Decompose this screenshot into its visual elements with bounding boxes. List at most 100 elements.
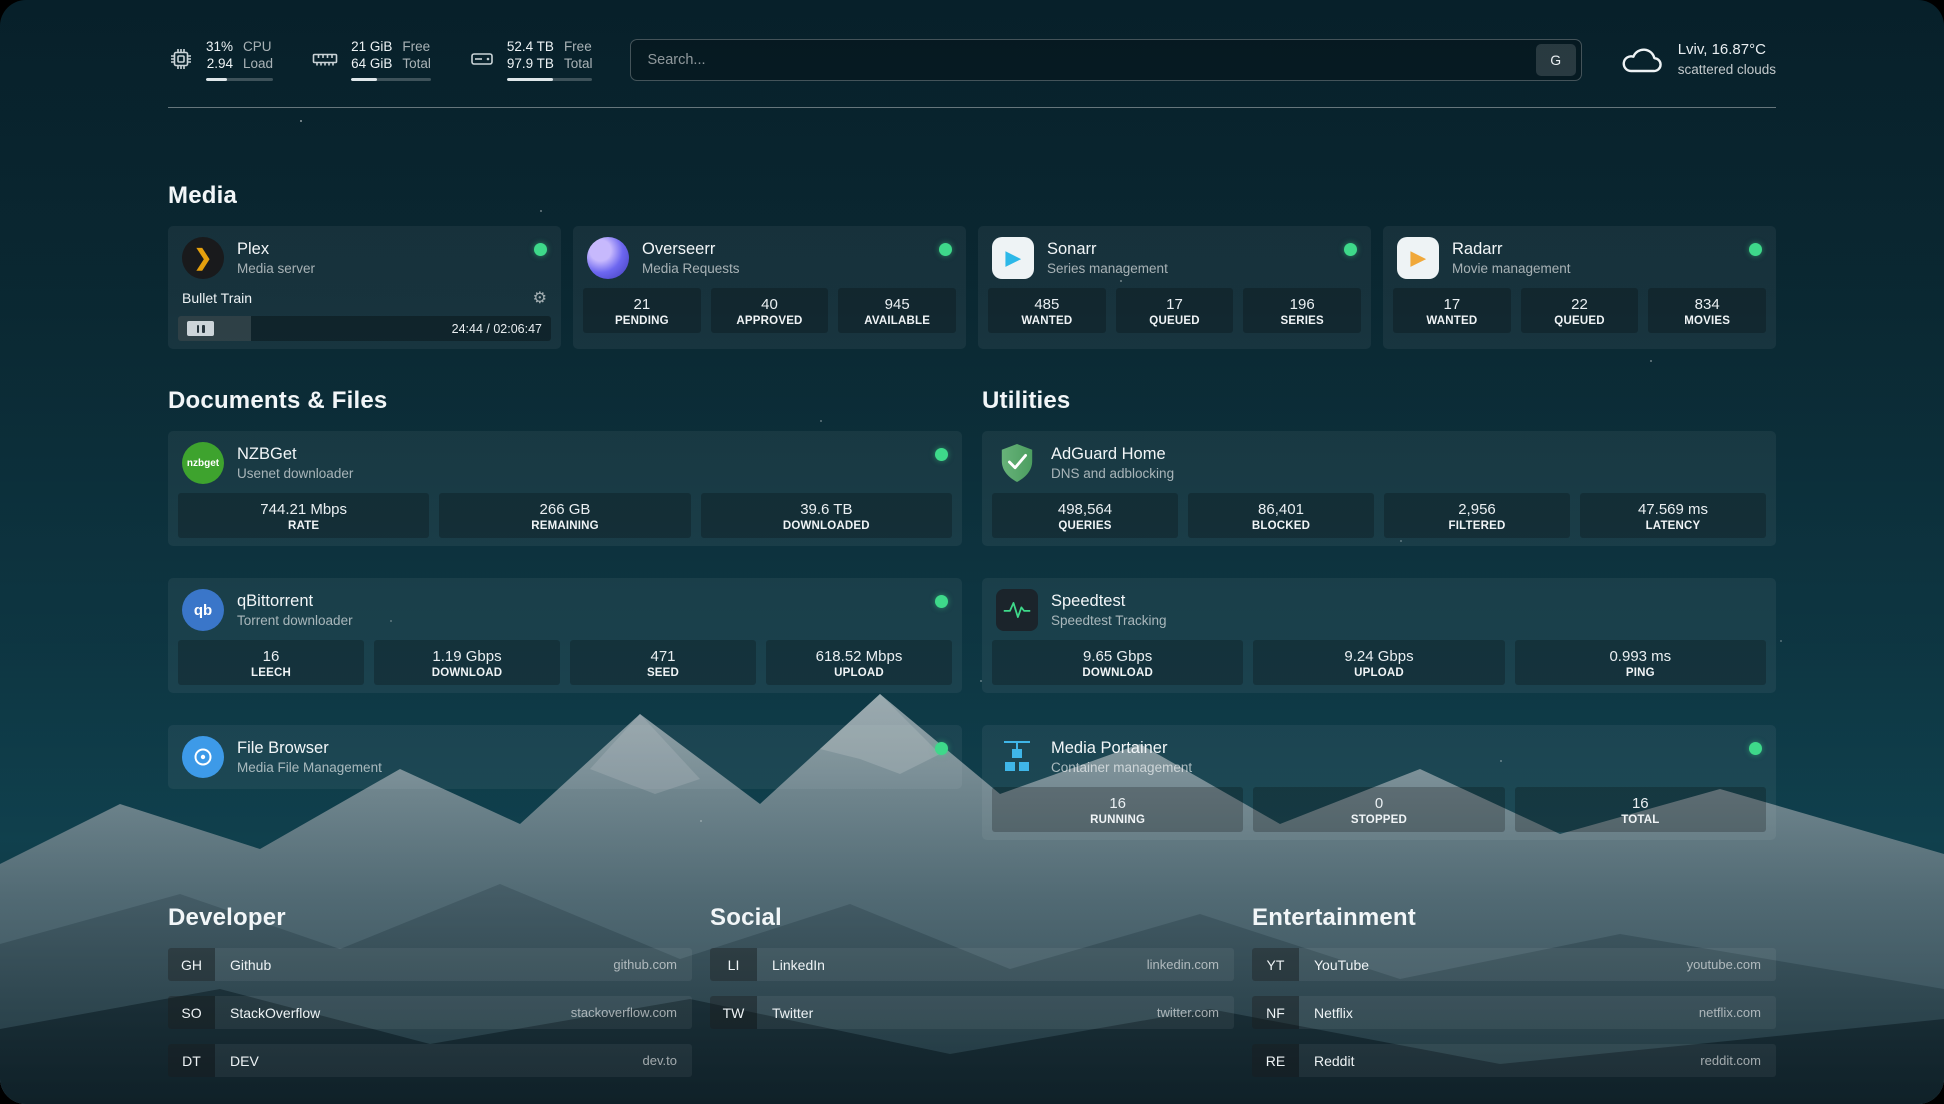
bookmark-github[interactable]: GH Github github.com (168, 948, 692, 981)
service-card-nzbget[interactable]: nzbget NZBGet Usenet downloader 744.21 M… (168, 431, 962, 546)
bookmark-abbr: RE (1252, 1044, 1299, 1077)
stat-queries: 498,564 QUERIES (992, 493, 1178, 538)
stat-wanted: 17 WANTED (1393, 288, 1511, 333)
service-desc: Media server (237, 260, 521, 277)
pause-icon[interactable] (187, 321, 214, 336)
bookmark-url: twitter.com (1157, 1005, 1234, 1020)
bookmark-group-developer: Developer GH Github github.com SO StackO… (168, 904, 692, 1092)
service-card-portainer[interactable]: Media Portainer Container management 16 … (982, 725, 1776, 840)
bookmark-name: Github (215, 957, 271, 973)
memory-label-2: Total (402, 55, 431, 72)
bookmark-url: stackoverflow.com (571, 1005, 692, 1020)
bookmark-reddit[interactable]: RE Reddit reddit.com (1252, 1044, 1776, 1077)
service-card-qbittorrent[interactable]: qb qBittorrent Torrent downloader 16 LEE… (168, 578, 962, 693)
stat-download: 9.65 Gbps DOWNLOAD (992, 640, 1243, 685)
service-card-filebrowser[interactable]: File Browser Media File Management (168, 725, 962, 789)
dashboard-screen: 31% 2.94 CPU Load (0, 0, 1944, 1104)
bookmark-url: netflix.com (1699, 1005, 1776, 1020)
section-media: Media ❯ Plex Media server Bullet Train (168, 182, 1776, 349)
status-dot (935, 742, 948, 755)
filebrowser-icon (182, 736, 224, 778)
service-name: AdGuard Home (1051, 444, 1762, 465)
bookmark-name: YouTube (1299, 957, 1369, 973)
disk-free: 52.4 TB (507, 38, 554, 55)
service-desc: Container management (1051, 759, 1736, 776)
stat-queued: 22 QUEUED (1521, 288, 1639, 333)
service-card-sonarr[interactable]: ▶ Sonarr Series management 485 WANTED (978, 226, 1371, 349)
stat-leech: 16 LEECH (178, 640, 364, 685)
cloud-icon (1620, 44, 1664, 76)
bookmark-url: github.com (613, 957, 692, 972)
stat-blocked: 86,401 BLOCKED (1188, 493, 1374, 538)
service-card-adguard[interactable]: AdGuard Home DNS and adblocking 498,564 … (982, 431, 1776, 546)
bookmark-dev[interactable]: DT DEV dev.to (168, 1044, 692, 1077)
stat-approved: 40 APPROVED (711, 288, 829, 333)
bookmark-twitter[interactable]: TW Twitter twitter.com (710, 996, 1234, 1029)
bookmark-url: reddit.com (1700, 1053, 1776, 1068)
status-dot (939, 243, 952, 256)
stat-upload: 618.52 Mbps UPLOAD (766, 640, 952, 685)
cpu-percent: 31% (206, 38, 233, 55)
service-name: Speedtest (1051, 591, 1762, 612)
stat-seed: 471 SEED (570, 640, 756, 685)
page-content: 31% 2.94 CPU Load (0, 0, 1944, 1104)
radarr-icon: ▶ (1397, 237, 1439, 279)
bookmark-url: youtube.com (1687, 957, 1776, 972)
service-card-radarr[interactable]: ▶ Radarr Movie management 17 WANTED (1383, 226, 1776, 349)
service-desc: Speedtest Tracking (1051, 612, 1762, 629)
status-dot (534, 243, 547, 256)
bookmark-stackoverflow[interactable]: SO StackOverflow stackoverflow.com (168, 996, 692, 1029)
stat-wanted: 485 WANTED (988, 288, 1106, 333)
status-dot (935, 595, 948, 608)
service-card-plex[interactable]: ❯ Plex Media server Bullet Train ⚙ (168, 226, 561, 349)
weather-location: Lviv, 16.87°C (1678, 40, 1776, 60)
disk-label-2: Total (564, 55, 593, 72)
stat-ping: 0.993 ms PING (1515, 640, 1766, 685)
service-desc: DNS and adblocking (1051, 465, 1762, 482)
stat-running: 16 RUNNING (992, 787, 1243, 832)
service-name: NZBGet (237, 444, 922, 465)
stat-download: 1.19 Gbps DOWNLOAD (374, 640, 560, 685)
stat-remaining: 266 GB REMAINING (439, 493, 690, 538)
gear-icon[interactable]: ⚙ (533, 288, 547, 308)
section-title-media: Media (168, 182, 1776, 210)
status-dot (1749, 243, 1762, 256)
service-desc: Media File Management (237, 759, 922, 776)
cpu-widget: 31% 2.94 CPU Load (168, 38, 273, 81)
memory-progressbar (351, 78, 431, 81)
bookmark-group-social: Social LI LinkedIn linkedin.com TW Twitt… (710, 904, 1234, 1092)
bookmark-group-title: Entertainment (1252, 904, 1776, 932)
service-desc: Media Requests (642, 260, 926, 277)
search-provider-button[interactable]: G (1536, 44, 1576, 76)
plex-player-bar[interactable]: 24:44 / 02:06:47 (178, 316, 551, 341)
bookmark-abbr: TW (710, 996, 757, 1029)
bookmark-name: StackOverflow (215, 1005, 320, 1021)
now-playing-title: Bullet Train (182, 290, 533, 306)
bookmark-url: dev.to (643, 1053, 692, 1068)
service-desc: Movie management (1452, 260, 1736, 277)
bookmark-group-title: Social (710, 904, 1234, 932)
search-input[interactable] (631, 52, 1535, 68)
stat-filtered: 2,956 FILTERED (1384, 493, 1570, 538)
bookmark-name: Netflix (1299, 1005, 1353, 1021)
stat-queued: 17 QUEUED (1116, 288, 1234, 333)
bookmark-youtube[interactable]: YT YouTube youtube.com (1252, 948, 1776, 981)
top-bar: 31% 2.94 CPU Load (168, 38, 1776, 81)
stat-pending: 21 PENDING (583, 288, 701, 333)
disk-icon (469, 46, 495, 72)
stat-latency: 47.569 ms LATENCY (1580, 493, 1766, 538)
weather-condition: scattered clouds (1678, 60, 1776, 80)
service-card-overseerr[interactable]: Overseerr Media Requests 21 PENDING 40 A… (573, 226, 966, 349)
service-name: Media Portainer (1051, 738, 1736, 759)
memory-icon (311, 46, 339, 72)
disk-progressbar (507, 78, 593, 81)
bookmark-netflix[interactable]: NF Netflix netflix.com (1252, 996, 1776, 1029)
service-desc: Torrent downloader (237, 612, 922, 629)
cpu-label-2: Load (243, 55, 273, 72)
bookmark-url: linkedin.com (1147, 957, 1234, 972)
overseerr-icon (587, 237, 629, 279)
memory-total: 64 GiB (351, 55, 392, 72)
cpu-load: 2.94 (207, 55, 233, 72)
service-card-speedtest[interactable]: Speedtest Speedtest Tracking 9.65 Gbps D… (982, 578, 1776, 693)
bookmark-linkedin[interactable]: LI LinkedIn linkedin.com (710, 948, 1234, 981)
